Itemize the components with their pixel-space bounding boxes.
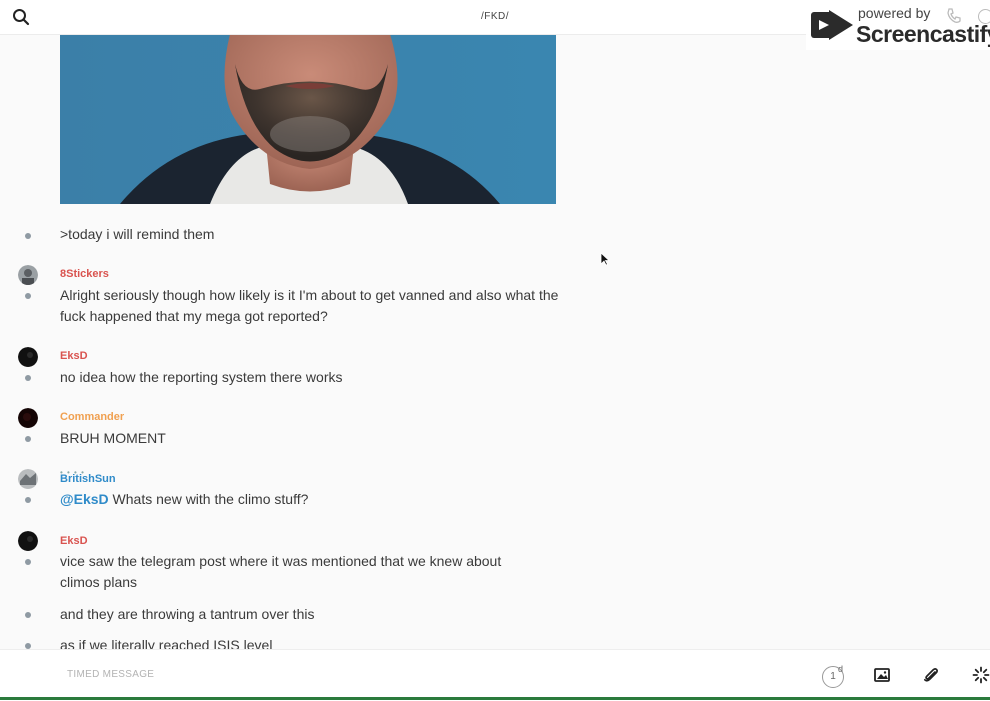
avatar[interactable] <box>18 408 38 428</box>
attachment-icon[interactable] <box>922 666 940 684</box>
avatar[interactable] <box>18 265 38 285</box>
message-text: BRUH MOMENT <box>60 430 166 446</box>
avatar[interactable] <box>18 469 38 489</box>
screencastify-watermark: powered by Screencastify <box>806 0 990 50</box>
message-text: >today i will remind them <box>60 226 215 242</box>
message-list[interactable]: >today i will remind them 8Stickers Alri… <box>0 204 990 649</box>
image-icon[interactable] <box>873 666 891 684</box>
message-bullet <box>25 612 31 618</box>
message-image[interactable] <box>60 34 556 204</box>
message-text: Alright seriously though how likely is i… <box>60 287 559 324</box>
timer-unit: d <box>838 664 844 674</box>
watermark-powered-by: powered by <box>858 5 931 21</box>
message-bullet <box>25 375 31 381</box>
watermark-brand: Screencastify <box>856 21 990 47</box>
message-input[interactable]: TIMED MESSAGE <box>67 669 154 680</box>
message-text: as if we literally reached ISIS level <box>60 637 273 649</box>
message-text: no idea how the reporting system there w… <box>60 369 343 385</box>
message-username[interactable]: BritishSun <box>60 473 116 485</box>
avatar[interactable] <box>18 531 38 551</box>
phone-icon <box>947 8 961 23</box>
message-username[interactable]: EksD <box>60 535 88 547</box>
message-text: and they are throwing a tantrum over thi… <box>60 606 315 622</box>
screencastify-logo-icon <box>811 10 853 40</box>
message-bullet <box>25 436 31 442</box>
message-bullet <box>25 497 31 503</box>
message-text: @EksD Whats new with the climo stuff? <box>60 489 560 510</box>
info-icon <box>978 9 990 24</box>
user-mention[interactable]: @EksD <box>60 491 109 507</box>
avatar[interactable] <box>18 347 38 367</box>
loading-spinner-icon[interactable] <box>972 666 990 684</box>
bearded-man-photo <box>60 34 556 204</box>
message-bullet <box>25 233 31 239</box>
message-username[interactable]: Commander <box>60 411 124 423</box>
message-bullet <box>25 293 31 299</box>
message-bullet <box>25 559 31 565</box>
mouse-cursor-icon <box>600 252 610 266</box>
message-text: vice saw the telegram post where it was … <box>60 553 502 590</box>
message-username[interactable]: EksD <box>60 350 88 362</box>
message-composer: TIMED MESSAGE 1 d <box>0 649 990 701</box>
message-text-body: Whats new with the climo stuff? <box>108 491 309 507</box>
message-username[interactable]: 8Stickers <box>60 268 109 280</box>
